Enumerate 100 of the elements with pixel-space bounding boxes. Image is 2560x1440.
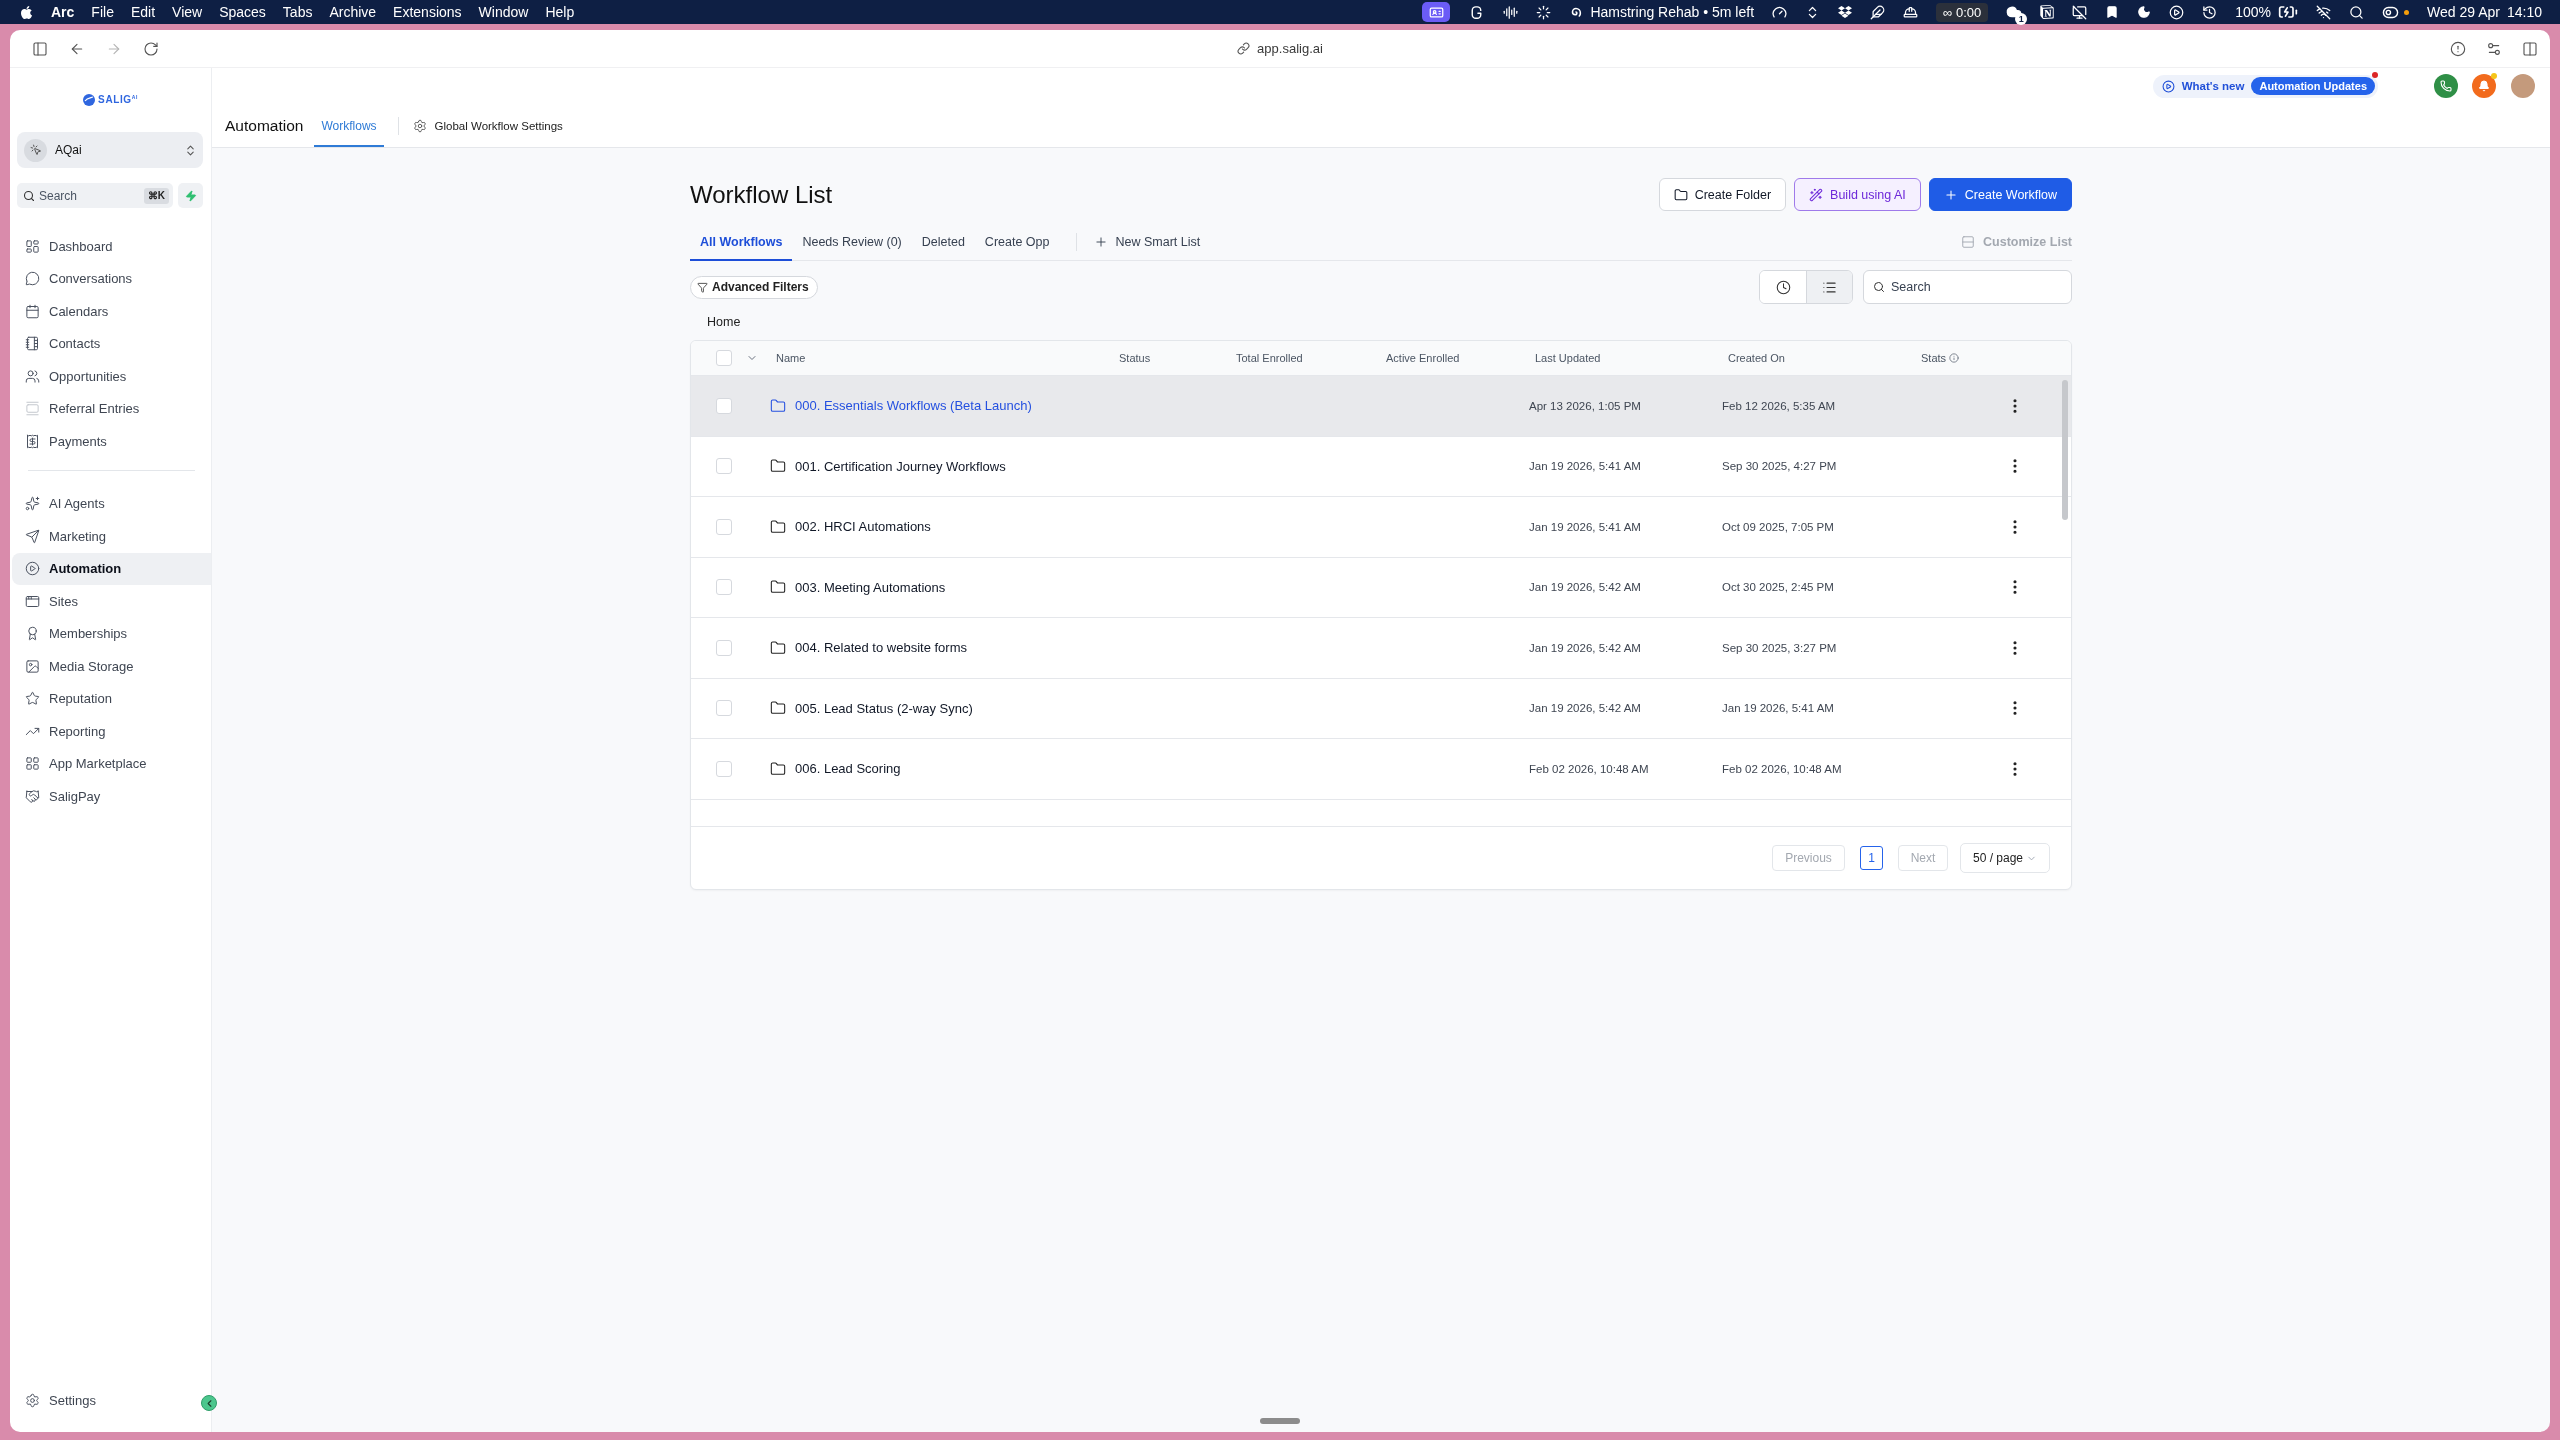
gauge-icon[interactable] <box>1772 4 1788 20</box>
sunburst-icon[interactable] <box>1536 4 1552 20</box>
nav-item[interactable]: SaligPay <box>12 780 211 813</box>
bookmark-icon[interactable] <box>2105 5 2120 19</box>
table-row[interactable]: 001. Certification Journey Workflows Jan 19 2026, 5:41 AM Sep 30 2025, 4:27 PM <box>691 436 2071 497</box>
action-button[interactable]: Build using AI <box>1794 178 1921 211</box>
id-card-icon[interactable] <box>1422 2 1451 22</box>
view-mode-button[interactable] <box>1806 271 1852 303</box>
sidebar-toggle-icon[interactable] <box>32 40 48 57</box>
advanced-filters-button[interactable]: Advanced Filters <box>690 275 818 299</box>
folder-name[interactable]: 002. HRCI Automations <box>795 519 931 535</box>
action-button[interactable]: Create Workflow <box>1928 178 2072 211</box>
menu-item[interactable]: Help <box>545 4 575 20</box>
folder-name[interactable]: 003. Meeting Automations <box>795 579 946 595</box>
nav-item[interactable]: Reporting <box>12 715 211 748</box>
row-checkbox[interactable] <box>716 518 732 535</box>
row-checkbox[interactable] <box>716 397 732 414</box>
breadcrumb[interactable]: Home <box>707 315 741 329</box>
n-logo-icon[interactable] <box>2040 5 2055 19</box>
diamond-grid-icon[interactable] <box>1838 5 1853 19</box>
url-text[interactable]: app.salig.ai <box>1257 41 1323 56</box>
list-tab[interactable]: Needs Review (0) <box>792 224 912 261</box>
page-size-select[interactable]: 50 / page <box>1960 843 2050 873</box>
row-checkbox[interactable] <box>716 458 732 475</box>
folder-name[interactable]: 006. Lead Scoring <box>795 761 901 777</box>
list-tab[interactable]: Deleted <box>911 224 975 261</box>
table-row[interactable]: 003. Meeting Automations Jan 19 2026, 5:42 AM Oct 30 2025, 2:45 PM <box>691 557 2071 618</box>
wifi-off-icon[interactable] <box>2316 4 2332 20</box>
menu-item[interactable]: View <box>172 4 203 20</box>
section-title: Automation <box>225 116 304 135</box>
row-checkbox[interactable] <box>716 760 732 777</box>
menu-item[interactable]: Arc <box>51 4 75 20</box>
table-row[interactable]: 005. Lead Status (2-way Sync) Jan 19 2026, 5:42 AM Jan 19 2026, 5:41 AM <box>691 678 2071 739</box>
timer-label[interactable]: ∞ 0:00 <box>1936 2 1989 22</box>
table-row[interactable]: 002. HRCI Automations Jan 19 2026, 5:41 AM Oct 09 2025, 7:05 PM <box>691 497 2071 558</box>
nav-item[interactable]: AI Agents <box>12 487 211 520</box>
menu-item[interactable]: Spaces <box>219 4 266 20</box>
spiral-icon[interactable] <box>1569 5 1584 19</box>
menu-item[interactable]: Extensions <box>393 4 462 20</box>
phone-button[interactable] <box>2434 74 2458 98</box>
account-switcher[interactable]: AQai <box>17 132 203 168</box>
helmet-icon[interactable] <box>1903 4 1919 20</box>
nav-item[interactable]: Conversations <box>12 262 211 295</box>
moon-icon[interactable] <box>2137 5 2152 19</box>
menu-item[interactable]: Edit <box>130 4 156 20</box>
play-circle-icon[interactable] <box>2169 4 2185 20</box>
nav-item[interactable]: Settings <box>12 1384 187 1417</box>
nav-item[interactable]: Reputation <box>12 682 211 715</box>
menu-item[interactable]: Tabs <box>282 4 313 20</box>
table-row[interactable]: 004. Related to website forms Jan 19 2026, 5:42 AM Sep 30 2025, 3:27 PM <box>691 618 2071 679</box>
nav-item[interactable]: Marketing <box>12 520 211 553</box>
nav-item[interactable]: Automation <box>12 552 211 585</box>
folder-name[interactable]: 000. Essentials Workflows (Beta Launch) <box>795 398 1032 414</box>
folder-icon <box>770 518 786 535</box>
scrollbar-thumb[interactable] <box>2062 380 2068 520</box>
table-row[interactable]: 000. Essentials Workflows (Beta Launch) Apr 13 2026, 1:05 PM Feb 12 2026, 5:35 AM <box>691 376 2071 437</box>
nav-item[interactable]: Dashboard <box>12 230 211 263</box>
nav-item[interactable]: Referral Entries <box>12 392 211 425</box>
folder-name[interactable]: 004. Related to website forms <box>795 640 967 656</box>
header-tab[interactable]: Workflows <box>314 104 384 147</box>
nav-item[interactable]: Opportunities <box>12 360 211 393</box>
feather-icon[interactable] <box>1870 4 1886 20</box>
nav-item[interactable]: Memberships <box>12 617 211 650</box>
drag-handle[interactable] <box>1260 1418 1300 1424</box>
whats-new-button[interactable]: What's new Automation Updates <box>2152 74 2378 98</box>
audio-bars-icon[interactable] <box>1503 4 1519 20</box>
action-button[interactable]: Create Folder <box>1658 178 1787 211</box>
folder-name[interactable]: 001. Certification Journey Workflows <box>795 458 1006 474</box>
history-icon[interactable] <box>2202 4 2218 20</box>
row-checkbox[interactable] <box>716 639 732 656</box>
folder-name[interactable]: 005. Lead Status (2-way Sync) <box>795 700 973 716</box>
row-checkbox[interactable] <box>716 579 732 596</box>
notifications-button[interactable] <box>2472 74 2496 98</box>
apple-logo-icon[interactable] <box>19 4 34 20</box>
reload-icon[interactable] <box>143 40 159 57</box>
nav-item[interactable]: Calendars <box>12 295 211 328</box>
list-tab[interactable]: Create Opp <box>974 224 1060 261</box>
notification-dot <box>2491 73 2497 79</box>
settings-link[interactable]: Global Workflow Settings <box>412 104 563 147</box>
page-number[interactable]: 1 <box>1860 846 1883 870</box>
table-row[interactable]: 006. Lead Scoring Feb 02 2026, 10:48 AM Feb 02 2026, 10:48 AM <box>691 739 2071 800</box>
nav-item[interactable]: App Marketplace <box>12 747 211 780</box>
avatar[interactable] <box>2511 74 2535 98</box>
menu-item[interactable]: Archive <box>329 4 377 20</box>
nav-item[interactable]: Payments <box>12 425 211 458</box>
menu-item[interactable]: Window <box>478 4 529 20</box>
monitor-off-icon[interactable] <box>2072 4 2088 20</box>
list-tab[interactable]: All Workflows <box>690 224 793 261</box>
search-icon[interactable] <box>2349 4 2365 20</box>
split-view-icon[interactable] <box>2522 40 2538 57</box>
info-circle-icon[interactable] <box>2450 40 2466 57</box>
nav-item[interactable]: Media Storage <box>12 650 211 683</box>
nav-item[interactable]: Sites <box>12 585 211 618</box>
row-checkbox[interactable] <box>716 700 732 717</box>
select-all-checkbox[interactable] <box>716 350 732 366</box>
new-smart-list-button[interactable]: New Smart List <box>1094 224 1201 260</box>
search-field[interactable]: Search <box>1863 270 2072 304</box>
nav-item[interactable]: Contacts <box>12 327 211 360</box>
menu-item[interactable]: File <box>91 4 114 20</box>
sliders-icon[interactable] <box>2486 40 2502 57</box>
